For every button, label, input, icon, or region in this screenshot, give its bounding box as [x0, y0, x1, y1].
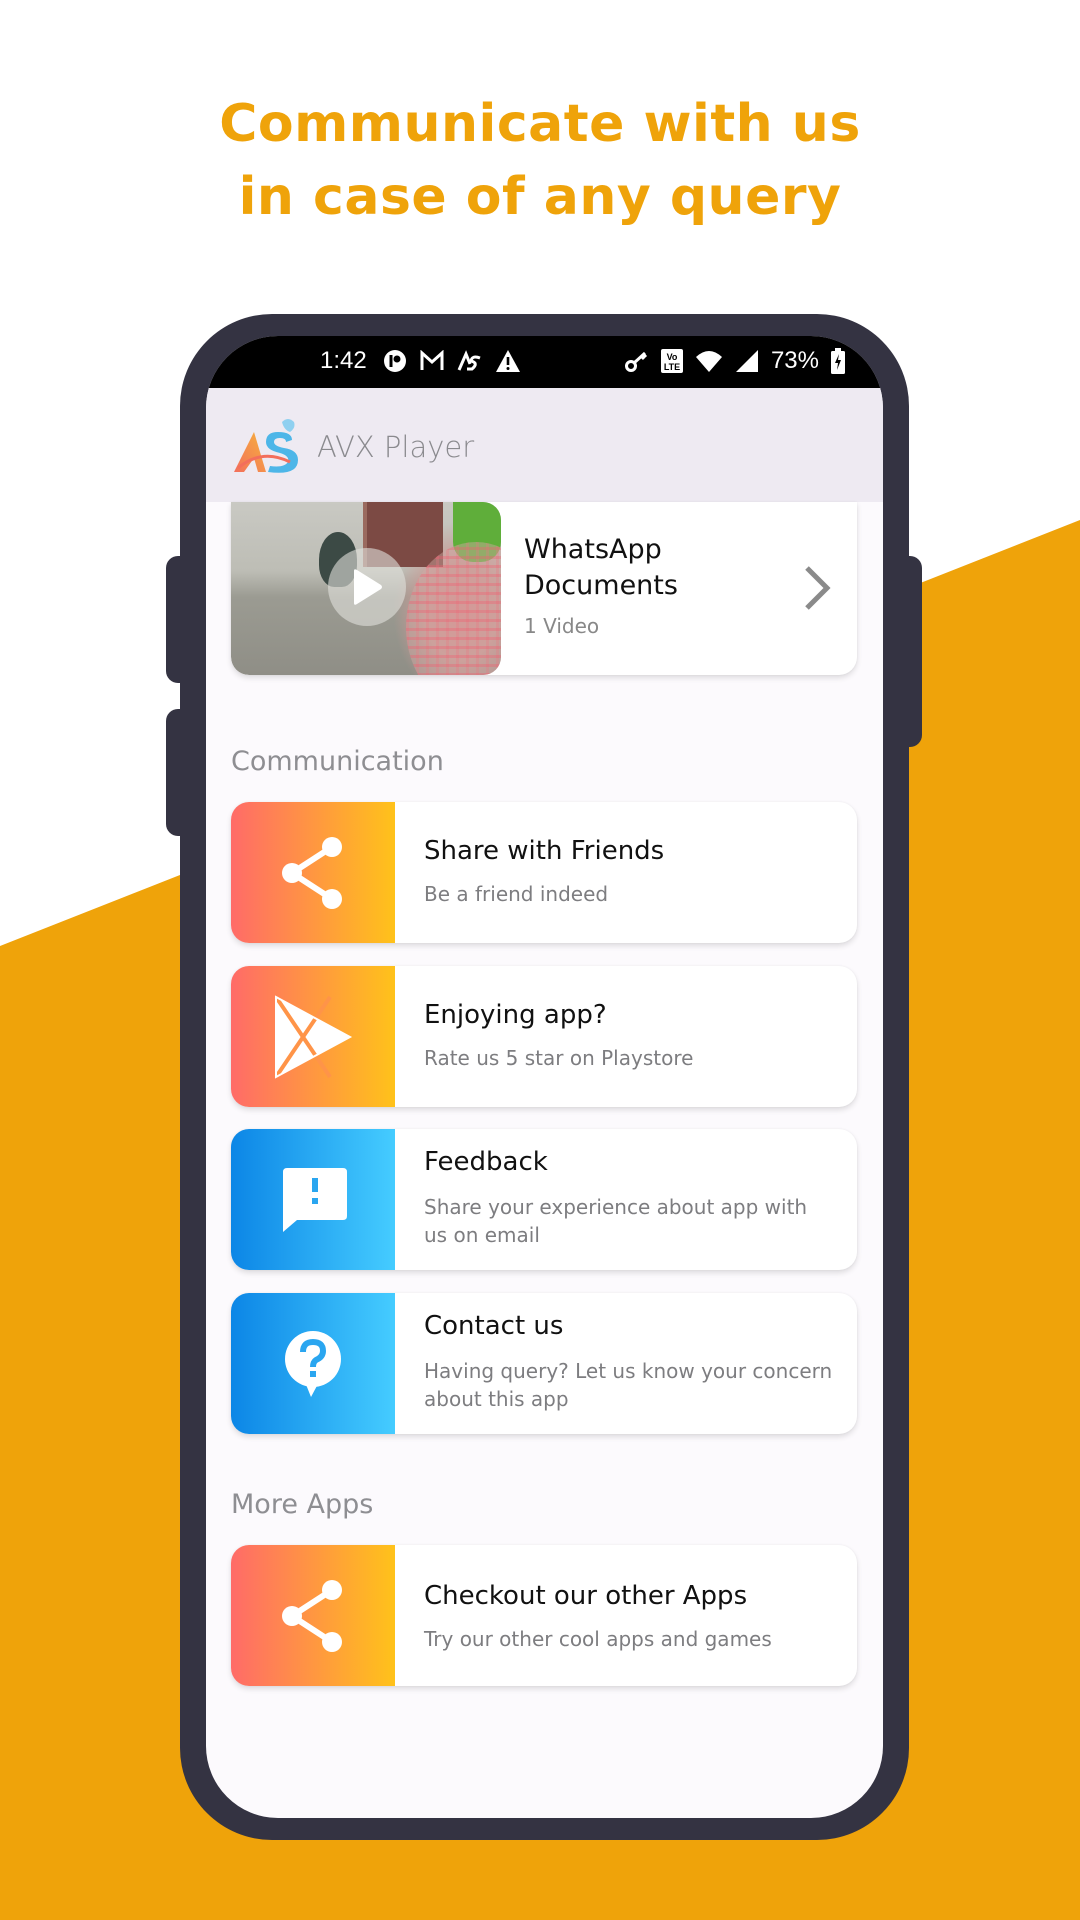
- headline-line-1: Communicate with us: [219, 94, 861, 154]
- pocket-casts-icon: [383, 348, 407, 374]
- avx-app-icon: [457, 348, 483, 374]
- folder-title: WhatsApp Documents: [524, 534, 678, 601]
- vpn-key-icon: [624, 348, 649, 374]
- card-title: Share with Friends: [424, 836, 665, 866]
- card-title: Feedback: [424, 1147, 548, 1177]
- share-icon: [282, 1579, 342, 1652]
- share-with-friends-card[interactable]: Share with Friends Be a friend indeed: [231, 802, 857, 943]
- section-communication: Communication: [231, 746, 444, 777]
- folder-card-whatsapp-documents[interactable]: WhatsApp Documents 1 Video: [231, 502, 857, 675]
- svg-text:LTE: LTE: [664, 362, 680, 372]
- contact-us-card[interactable]: Contact us Having query? Let us know you…: [231, 1293, 857, 1434]
- video-thumbnail: [231, 502, 501, 675]
- help-icon: [285, 1330, 341, 1397]
- app-bar: AVX Player: [206, 388, 883, 502]
- app-title: AVX Player: [317, 430, 475, 464]
- other-apps-card[interactable]: Checkout our other Apps Try our other co…: [231, 1545, 857, 1686]
- card-subtitle: Be a friend indeed: [424, 882, 609, 906]
- wifi-icon: [695, 348, 723, 374]
- card-title: Enjoying app?: [424, 1000, 607, 1030]
- phone-frame: 1:42 Vo LTE 73% AVX Player WhatsApp Docu…: [180, 314, 909, 1840]
- feedback-icon: [283, 1167, 347, 1232]
- battery-percent: 73%: [770, 347, 819, 374]
- card-subtitle: Try our other cool apps and games: [424, 1627, 772, 1651]
- status-bar: 1:42 Vo LTE 73%: [206, 336, 883, 388]
- headline-line-2: in case of any query: [238, 167, 842, 227]
- feedback-card[interactable]: Feedback Share your experience about app…: [231, 1129, 857, 1270]
- chevron-right-icon[interactable]: [803, 566, 833, 610]
- phone-screen: 1:42 Vo LTE 73% AVX Player WhatsApp Docu…: [206, 336, 883, 1818]
- card-subtitle: Share your experience about app with us …: [424, 1195, 808, 1247]
- share-icon: [282, 836, 342, 909]
- warning-icon: [495, 348, 521, 374]
- gmail-icon: [419, 348, 445, 374]
- card-title: Contact us: [424, 1311, 564, 1341]
- status-time: 1:42: [320, 347, 367, 374]
- play-store-icon: [274, 994, 353, 1079]
- volte-icon: Vo LTE: [660, 348, 683, 374]
- play-icon[interactable]: [328, 548, 406, 626]
- svg-text:Vo: Vo: [667, 352, 678, 362]
- promo-headline: Communicate with us in case of any query: [0, 88, 1080, 234]
- folder-count: 1 Video: [524, 614, 600, 638]
- avx-logo: [232, 418, 304, 474]
- cell-signal-icon: [735, 348, 759, 374]
- battery-charging-icon: [831, 348, 845, 374]
- card-title: Checkout our other Apps: [424, 1581, 748, 1611]
- card-subtitle: Rate us 5 star on Playstore: [424, 1046, 694, 1070]
- section-more-apps: More Apps: [231, 1489, 374, 1520]
- card-subtitle: Having query? Let us know your concern a…: [424, 1359, 833, 1411]
- rate-app-card[interactable]: Enjoying app? Rate us 5 star on Playstor…: [231, 966, 857, 1107]
